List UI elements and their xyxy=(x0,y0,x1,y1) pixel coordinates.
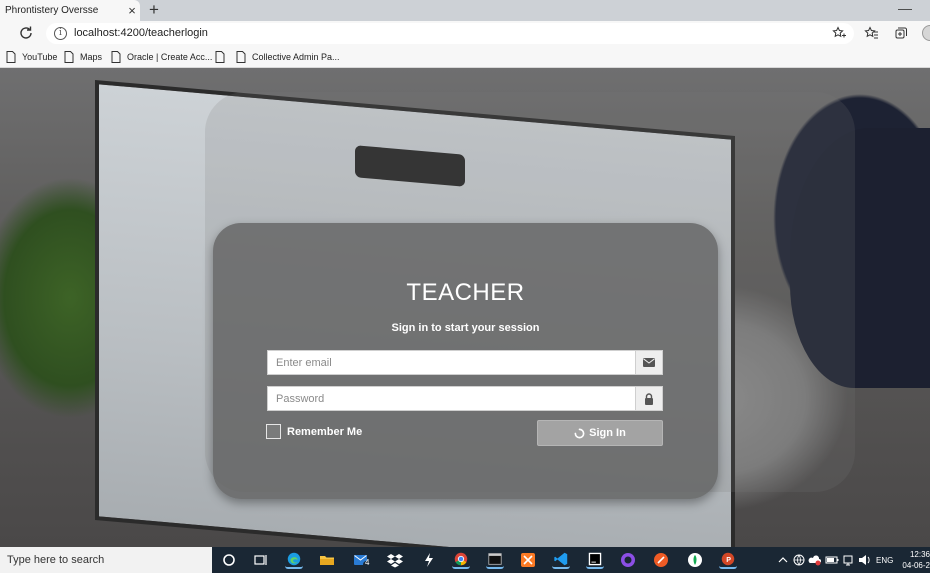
bookmark-collective-admin[interactable]: Collective Admin Pa... xyxy=(236,50,340,64)
chevron-up-icon[interactable] xyxy=(776,551,790,569)
password-field xyxy=(267,386,663,411)
email-input[interactable] xyxy=(268,351,636,374)
language-indicator[interactable]: ENG xyxy=(876,547,893,573)
collections-icon[interactable] xyxy=(894,26,908,40)
onedrive-icon[interactable] xyxy=(808,551,822,569)
xampp-icon[interactable] xyxy=(519,551,537,569)
address-bar[interactable]: i localhost:4200/teacherlogin xyxy=(46,23,854,44)
postman-icon[interactable] xyxy=(652,551,670,569)
sign-in-label: Sign In xyxy=(589,427,626,439)
chrome-icon[interactable] xyxy=(452,551,470,569)
robo3t-icon[interactable] xyxy=(686,551,704,569)
taskbar-search-input[interactable]: Type here to search xyxy=(0,547,212,573)
login-page: TEACHER Sign in to start your session Re… xyxy=(0,68,930,547)
page-icon xyxy=(64,51,74,63)
file-explorer-icon[interactable] xyxy=(318,551,336,569)
page-icon xyxy=(215,51,225,63)
remember-me-label: Remember Me xyxy=(287,425,363,438)
edge-icon[interactable] xyxy=(285,551,303,569)
tab-title: Phrontistery Oversse xyxy=(5,5,99,16)
login-subtitle: Sign in to start your session xyxy=(391,322,540,334)
remember-me[interactable]: Remember Me xyxy=(266,424,362,439)
lock-icon xyxy=(635,387,662,410)
bookmark-oracle[interactable]: Oracle | Create Acc... xyxy=(111,50,212,64)
envelope-icon xyxy=(635,351,662,374)
minimize-icon[interactable]: — xyxy=(898,0,912,16)
password-input[interactable] xyxy=(268,387,636,410)
add-favorite-icon[interactable] xyxy=(832,26,846,40)
battery-icon[interactable] xyxy=(825,551,839,569)
bookmark-label: Collective Admin Pa... xyxy=(252,52,340,62)
windows-taskbar: Type here to search 4 P ENG 12:36 04-06-… xyxy=(0,547,930,573)
bookmark-youtube[interactable]: YouTube xyxy=(6,50,57,64)
site-info-icon[interactable]: i xyxy=(54,27,67,40)
browser-tab[interactable]: Phrontistery Oversse × xyxy=(0,0,140,21)
mail-badge: 4 xyxy=(365,558,370,567)
bookmark-label: Oracle | Create Acc... xyxy=(127,52,213,62)
network-globe-icon[interactable] xyxy=(792,551,806,569)
sign-in-button[interactable]: Sign In xyxy=(537,420,663,446)
bookmark-label: YouTube xyxy=(22,52,58,62)
winscp-icon[interactable] xyxy=(420,551,438,569)
tab-close-icon[interactable]: × xyxy=(124,3,140,18)
page-icon xyxy=(236,51,246,63)
remember-me-checkbox[interactable] xyxy=(266,424,281,439)
bookmark-maps[interactable]: Maps xyxy=(64,50,102,64)
email-field xyxy=(267,350,663,375)
favorites-icon[interactable] xyxy=(864,26,878,40)
page-icon xyxy=(111,51,121,63)
volume-icon[interactable] xyxy=(858,551,872,569)
clock-date: 04-06-2 xyxy=(902,561,930,570)
browser-tab-strip: Phrontistery Oversse × + — xyxy=(0,0,930,21)
login-title: TEACHER xyxy=(406,279,525,306)
system-clock[interactable]: 12:36 04-06-2 xyxy=(898,549,930,571)
profile-avatar-icon[interactable] xyxy=(922,25,930,41)
reload-icon[interactable] xyxy=(18,25,34,41)
task-view-icon[interactable] xyxy=(252,551,270,569)
login-card: TEACHER Sign in to start your session Re… xyxy=(213,223,718,499)
bookmark-label: Maps xyxy=(80,52,103,62)
spinner-icon xyxy=(574,428,585,438)
page-icon xyxy=(6,51,16,63)
bookmark-untitled[interactable] xyxy=(215,50,231,64)
taskbar-search-placeholder: Type here to search xyxy=(7,554,105,566)
powerpoint-icon[interactable]: P xyxy=(719,551,737,569)
address-bar-row: i localhost:4200/teacherlogin xyxy=(0,21,930,46)
vscode-icon[interactable] xyxy=(552,551,570,569)
display-icon[interactable] xyxy=(842,551,856,569)
svg-text:P: P xyxy=(726,556,731,564)
dropbox-icon[interactable] xyxy=(386,551,404,569)
cortana-icon[interactable] xyxy=(220,551,238,569)
intellij-icon[interactable] xyxy=(586,551,604,569)
github-desktop-icon[interactable] xyxy=(619,551,637,569)
clock-time: 12:36 xyxy=(909,550,930,559)
new-tab-icon[interactable]: + xyxy=(146,1,162,19)
terminal-icon[interactable] xyxy=(486,551,504,569)
bookmarks-bar: YouTube Maps Oracle | Create Acc... Coll… xyxy=(0,46,930,68)
url-text[interactable]: localhost:4200/teacherlogin xyxy=(74,27,208,39)
